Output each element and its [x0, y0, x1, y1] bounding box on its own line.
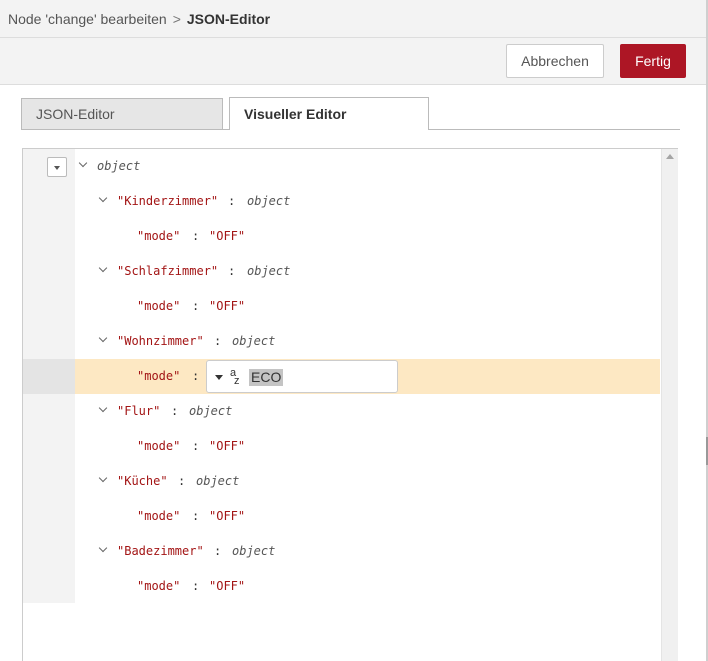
node-key: "Flur" — [117, 404, 161, 418]
child-value[interactable]: "OFF" — [209, 509, 245, 523]
chevron-down-icon[interactable] — [98, 193, 108, 203]
tree-row-value[interactable]: "mode" : "OFF" — [23, 429, 660, 464]
collapse-menu-button[interactable] — [47, 157, 67, 177]
child-key: "mode" — [137, 299, 181, 313]
chevron-down-icon[interactable] — [98, 333, 108, 343]
child-key: "mode" — [137, 229, 181, 243]
chevron-down-icon[interactable] — [98, 473, 108, 483]
colon: : — [214, 544, 222, 558]
tree-row-key[interactable]: "Wohnzimmer" : object — [23, 324, 660, 359]
node-key: "Kinderzimmer" — [117, 194, 219, 208]
caret-down-icon[interactable] — [215, 375, 223, 380]
tab-visual-editor[interactable]: Visueller Editor — [229, 97, 429, 130]
tab-json-editor[interactable]: JSON-Editor — [21, 98, 223, 129]
breadcrumb-parent[interactable]: Node 'change' bearbeiten — [8, 11, 167, 27]
tray-toolbar: Abbrechen Fertig — [0, 38, 708, 85]
child-value[interactable]: "OFF" — [209, 299, 245, 313]
colon: : — [171, 404, 179, 418]
breadcrumb-current: JSON-Editor — [186, 10, 271, 27]
node-key: "Küche" — [117, 474, 168, 488]
tree-row-value[interactable]: "mode" : "OFF" — [23, 219, 660, 254]
node-type: object — [196, 474, 240, 488]
colon: : — [228, 264, 236, 278]
value-input[interactable]: a z ECO — [206, 360, 398, 393]
node-type: object — [232, 334, 276, 348]
node-key: "Schlafzimmer" — [117, 264, 219, 278]
done-button[interactable]: Fertig — [620, 44, 686, 78]
chevron-down-icon[interactable] — [78, 158, 88, 168]
colon: : — [192, 369, 200, 383]
tree-row-key[interactable]: "Badezimmer" : object — [23, 534, 660, 569]
chevron-down-icon[interactable] — [98, 403, 108, 413]
tree-row-key[interactable]: "Küche" : object — [23, 464, 660, 499]
child-value[interactable]: "OFF" — [209, 439, 245, 453]
tree-row-value[interactable]: "mode" : "OFF" — [23, 289, 660, 324]
node-type: object — [232, 544, 276, 558]
chevron-down-icon[interactable] — [98, 543, 108, 553]
tree-row-value[interactable]: "mode" : "OFF" — [23, 499, 660, 534]
cancel-button[interactable]: Abbrechen — [506, 44, 604, 78]
visual-json-editor: object "Kinderzimmer" : object "mode" : … — [22, 148, 678, 661]
editor-scrollbar[interactable] — [661, 149, 678, 661]
node-key: "Badezimmer" — [117, 544, 204, 558]
caret-down-icon — [54, 166, 60, 170]
colon: : — [228, 194, 236, 208]
value-text[interactable]: ECO — [249, 369, 284, 386]
child-value[interactable]: "OFF" — [209, 229, 245, 243]
string-type-icon[interactable]: a z — [229, 367, 243, 387]
tree-row-value[interactable]: "mode" : "OFF" — [23, 569, 660, 604]
child-key: "mode" — [137, 369, 181, 383]
child-key: "mode" — [137, 509, 181, 523]
tree-row-key[interactable]: "Kinderzimmer" : object — [23, 184, 660, 219]
tree-row-key[interactable]: "Flur" : object — [23, 394, 660, 429]
scroll-up-arrow-icon[interactable] — [666, 154, 674, 159]
chevron-down-icon[interactable] — [98, 263, 108, 273]
child-key: "mode" — [137, 579, 181, 593]
colon: : — [192, 439, 200, 453]
colon: : — [192, 509, 200, 523]
tree-row-root[interactable]: object — [23, 149, 660, 184]
node-key: "Wohnzimmer" — [117, 334, 204, 348]
editor-tray-header: Node 'change' bearbeiten > JSON-Editor — [0, 0, 708, 38]
colon: : — [178, 474, 186, 488]
colon: : — [192, 579, 200, 593]
colon: : — [192, 299, 200, 313]
node-type: object — [247, 194, 291, 208]
child-key: "mode" — [137, 439, 181, 453]
node-type: object — [247, 264, 291, 278]
tree-row-key[interactable]: "Schlafzimmer" : object — [23, 254, 660, 289]
child-value[interactable]: "OFF" — [209, 579, 245, 593]
colon: : — [192, 229, 200, 243]
tree-row-value-editing[interactable]: "mode" : a z ECO — [23, 359, 660, 394]
root-type: object — [97, 159, 141, 173]
node-type: object — [189, 404, 233, 418]
active-gutter — [23, 359, 75, 394]
editor-tabs: JSON-Editor Visueller Editor — [21, 97, 680, 130]
breadcrumb-separator: > — [172, 10, 181, 27]
colon: : — [214, 334, 222, 348]
